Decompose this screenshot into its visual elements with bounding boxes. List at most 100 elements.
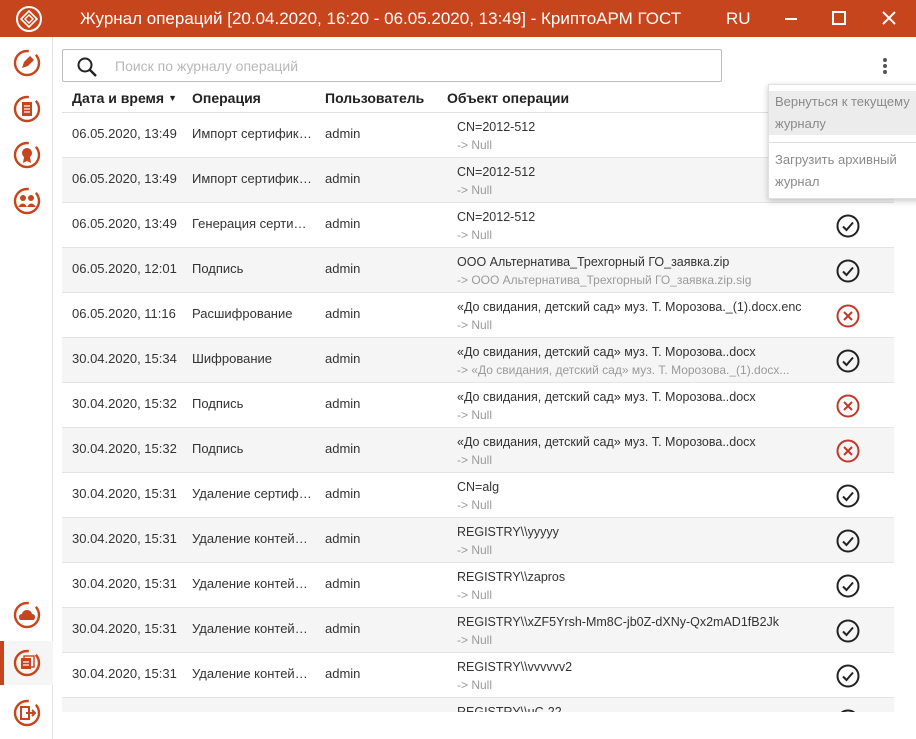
window-title: Журнал операций [20.04.2020, 16:20 - 06.… bbox=[80, 9, 682, 28]
cell-object: REGISTRY\\uC-22 bbox=[457, 705, 562, 712]
column-header-user[interactable]: Пользователь bbox=[325, 90, 424, 106]
menu-item-return-current[interactable]: Вернуться к текущему журналу bbox=[769, 91, 916, 135]
main-content: Дата и время▼ Операция Пользователь Объе… bbox=[53, 37, 916, 739]
sidebar-item-journal[interactable] bbox=[0, 641, 53, 685]
cell-object-target: -> Null bbox=[457, 183, 493, 197]
cell-user: admin bbox=[325, 396, 361, 411]
cell-operation: Генерация сертификата bbox=[192, 216, 314, 231]
cell-operation: Удаление контейнера bbox=[192, 531, 314, 546]
cell-object: «До свидания, детский сад» муз. Т. Мороз… bbox=[457, 345, 756, 359]
cell-object-target: -> Null bbox=[457, 138, 493, 152]
table-row[interactable]: 06.05.2020, 13:49 Генерация сертификата ad… bbox=[62, 203, 894, 248]
cell-object: CN=2012-512 bbox=[457, 165, 536, 179]
table-row[interactable]: 06.05.2020, 11:16 Расшифрование admin «До с… bbox=[62, 293, 894, 338]
cell-date: 30.04.2020, 15:32 bbox=[72, 396, 177, 411]
cell-object-target: -> Null bbox=[457, 453, 493, 467]
cell-object-target: -> Null bbox=[457, 498, 493, 512]
cell-object-target: -> Null bbox=[457, 408, 493, 422]
cell-object: «До свидания, детский сад» муз. Т. Мороз… bbox=[457, 435, 756, 449]
cell-operation: Подпись bbox=[192, 396, 244, 411]
cell-object: REGISTRY\\xZF5Yrsh-Mm8C-jb0Z-dXNy-Qx2mAD… bbox=[457, 615, 780, 629]
table-row[interactable]: 30.04.2020, 15:31 Удаление контейнера admi… bbox=[62, 608, 894, 653]
table-row[interactable]: 30.04.2020, 15:31 Удаление контейнера admi… bbox=[62, 563, 894, 608]
cell-operation: Импорт сертификата bbox=[192, 126, 314, 141]
sort-desc-icon: ▼ bbox=[168, 93, 177, 103]
status-error-icon bbox=[835, 393, 861, 419]
cell-user: admin bbox=[325, 666, 361, 681]
sidebar-item-cloud[interactable] bbox=[0, 593, 53, 637]
cell-object: «До свидания, детский сад» муз. Т. Мороз… bbox=[457, 300, 802, 314]
menu-divider bbox=[769, 142, 916, 143]
column-header-object[interactable]: Объект операции bbox=[447, 90, 569, 106]
exit-icon bbox=[13, 699, 41, 727]
cell-date: 30.04.2020, 15:31 bbox=[72, 621, 177, 636]
table-row[interactable]: 30.04.2020, 15:34 Шифрование admin «До свид… bbox=[62, 338, 894, 383]
journal-table: 06.05.2020, 13:49 Импорт сертификата admin… bbox=[62, 113, 894, 712]
table-row[interactable]: 30.04.2020, 15:31 Удаление сертификата adm… bbox=[62, 473, 894, 518]
close-button[interactable] bbox=[866, 0, 912, 37]
cell-operation: Удаление сертификата bbox=[192, 486, 314, 501]
cell-user: admin bbox=[325, 351, 361, 366]
cell-operation: Подпись bbox=[192, 441, 244, 456]
cell-operation: Импорт сертификата bbox=[192, 171, 314, 186]
column-header-date[interactable]: Дата и время ▼ bbox=[72, 90, 177, 106]
cell-object: CN=2012-512 bbox=[457, 210, 536, 224]
cell-object: REGISTRY\\yyyyy bbox=[457, 525, 559, 539]
sidebar bbox=[0, 37, 53, 739]
table-row[interactable]: 30.04.2020, 15:31 Удаление контейнера admi… bbox=[62, 653, 894, 698]
cell-user: admin bbox=[325, 306, 361, 321]
search-icon bbox=[77, 57, 97, 77]
table-row[interactable]: 30.04.2020, 15:32 Подпись admin «До свидани… bbox=[62, 428, 894, 473]
cell-object-target: -> Null bbox=[457, 678, 493, 692]
close-icon bbox=[882, 11, 896, 25]
cell-object-target: -> Null bbox=[457, 543, 493, 557]
table-row[interactable]: 06.05.2020, 12:01 Подпись admin ООО Альтерн… bbox=[62, 248, 894, 293]
status-success-icon bbox=[835, 213, 861, 239]
cell-object-target: -> ООО Альтернатива_Трехгорный ГО_заявка… bbox=[457, 273, 752, 287]
certificate-icon bbox=[13, 141, 41, 169]
search-input[interactable] bbox=[115, 54, 705, 78]
language-switch[interactable]: RU bbox=[726, 9, 751, 29]
cell-object-target: -> Null bbox=[457, 588, 493, 602]
cell-operation: Шифрование bbox=[192, 351, 272, 366]
cell-operation: Расшифрование bbox=[192, 306, 293, 321]
cell-date: 30.04.2020, 15:31 bbox=[72, 531, 177, 546]
menu-item-load-archive[interactable]: Загрузить архивный журнал bbox=[769, 149, 916, 193]
sidebar-item-signature[interactable] bbox=[0, 41, 53, 85]
app-logo-icon bbox=[16, 6, 42, 32]
status-success-icon bbox=[835, 348, 861, 374]
sidebar-item-exit[interactable] bbox=[0, 691, 53, 735]
cell-object: CN=2012-512 bbox=[457, 120, 536, 134]
cell-object: REGISTRY\\vvvvvv2 bbox=[457, 660, 573, 674]
table-row[interactable]: 30.04.2020, 15:31 Удаление контейнера admi… bbox=[62, 518, 894, 563]
cell-user: admin bbox=[325, 441, 361, 456]
cell-object-target: -> «До свидания, детский сад» муз. Т. Мо… bbox=[457, 363, 790, 377]
cell-object: ООО Альтернатива_Трехгорный ГО_заявка.zi… bbox=[457, 255, 730, 269]
status-success-icon bbox=[835, 663, 861, 689]
maximize-icon bbox=[832, 11, 846, 25]
cell-operation: Подпись bbox=[192, 261, 244, 276]
sidebar-item-contacts[interactable] bbox=[0, 179, 53, 223]
maximize-button[interactable] bbox=[816, 0, 862, 37]
table-row[interactable]: REGISTRY\\uC-22 bbox=[62, 698, 894, 712]
cell-date: 06.05.2020, 13:49 bbox=[72, 126, 177, 141]
cell-object: REGISTRY\\zapros bbox=[457, 570, 566, 584]
cell-date: 06.05.2020, 12:01 bbox=[72, 261, 177, 276]
cell-object-target: -> Null bbox=[457, 318, 493, 332]
more-menu-icon[interactable] bbox=[877, 55, 893, 77]
column-header-operation[interactable]: Операция bbox=[192, 90, 261, 106]
search-box[interactable] bbox=[62, 49, 722, 82]
status-success-icon bbox=[835, 573, 861, 599]
cell-object: CN=alg bbox=[457, 480, 500, 494]
table-row[interactable]: 30.04.2020, 15:32 Подпись admin «До свидани… bbox=[62, 383, 894, 428]
cell-user: admin bbox=[325, 531, 361, 546]
sidebar-item-certificates[interactable] bbox=[0, 133, 53, 177]
cell-user: admin bbox=[325, 126, 361, 141]
cell-object-target: -> Null bbox=[457, 633, 493, 647]
cell-operation: Удаление контейнера bbox=[192, 576, 314, 591]
document-icon bbox=[13, 95, 41, 123]
cell-user: admin bbox=[325, 171, 361, 186]
cell-date: 30.04.2020, 15:31 bbox=[72, 486, 177, 501]
minimize-button[interactable] bbox=[768, 0, 814, 37]
sidebar-item-documents[interactable] bbox=[0, 87, 53, 131]
